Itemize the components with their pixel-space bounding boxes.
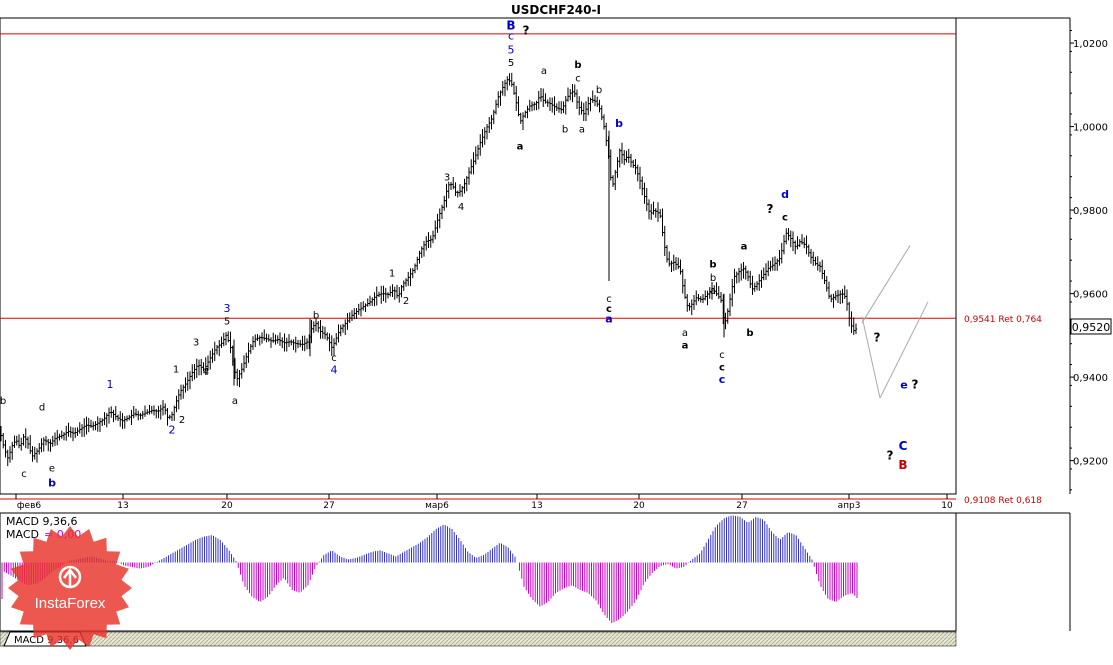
- wave-label: b: [596, 85, 602, 96]
- wave-label: c: [782, 212, 788, 223]
- wave-label: b: [710, 273, 716, 284]
- wave-label: ?: [523, 24, 530, 38]
- wave-label: c: [508, 30, 514, 43]
- wave-label: a: [682, 341, 689, 352]
- wave-label: ?: [887, 449, 894, 463]
- pane-separator-strip: [0, 631, 957, 647]
- wave-label: c: [575, 73, 581, 84]
- wave-label: 5: [508, 58, 514, 69]
- wave-label: B: [898, 458, 907, 472]
- wave-label: 4: [458, 202, 464, 213]
- level-label: 0,9541 Ret 0,764: [964, 315, 1042, 325]
- wave-label: ?: [912, 378, 919, 392]
- macd-label: MACD 9,36,6: [6, 515, 77, 528]
- wave-label: e: [900, 379, 907, 392]
- time-tick-label: 13: [117, 501, 128, 511]
- current-price-badge: 0,9520: [1070, 318, 1112, 335]
- wave-label: a: [710, 286, 716, 297]
- wave-label: a: [579, 125, 585, 136]
- wave-label: 1: [389, 269, 395, 280]
- wave-label: b: [574, 60, 581, 71]
- wave-label: a: [541, 66, 547, 77]
- wave-label: a: [682, 328, 688, 339]
- macd-pane-frame: [0, 512, 957, 632]
- chart-title: USDCHF240-I: [511, 3, 601, 17]
- time-tick-label: апр3: [838, 501, 861, 511]
- chart-canvas: USDCHF240-I 0,9541 Ret 0,764 0,9108 Ret 0…: [0, 3, 1112, 650]
- wave-label: b: [313, 310, 319, 321]
- wave-label: a: [517, 141, 524, 152]
- wave-label: 2: [403, 296, 409, 307]
- level-label: 0,9108 Ret 0,618: [964, 496, 1042, 506]
- wave-label: 1: [107, 378, 114, 391]
- price-tick-label: 1,0200: [1073, 39, 1108, 50]
- wave-label: c: [21, 469, 27, 480]
- wave-label: c: [719, 373, 726, 386]
- wave-label: b: [0, 396, 6, 407]
- wave-label: 5: [508, 43, 515, 56]
- wave-label: c: [719, 350, 725, 361]
- wave-label: 3: [224, 302, 231, 315]
- wave-label: b: [48, 476, 56, 489]
- wave-label: 2: [179, 415, 185, 426]
- wave-label: 4: [203, 367, 209, 378]
- price-pane-frame: [0, 17, 957, 495]
- chart-window: USDCHF240-I 0,9541 Ret 0,764 0,9108 Ret 0…: [0, 0, 1113, 661]
- time-tick-label: 20: [221, 501, 233, 511]
- current-price-label: 0,9520: [1072, 321, 1111, 334]
- time-tick-label: фев6: [17, 501, 42, 511]
- wave-label: ?: [874, 330, 881, 344]
- time-tick-label: 20: [633, 501, 645, 511]
- wave-label: 5: [224, 317, 230, 328]
- time-tick-label: 13: [531, 501, 542, 511]
- wave-label: ?: [767, 202, 774, 216]
- wave-label: c: [719, 363, 725, 374]
- wave-label: a: [741, 242, 748, 253]
- price-axis: 1,0200 1,0000 0,9800 0,9600 0,9400 0,9200: [1070, 30, 1108, 491]
- logo-brand-text: InstaForex: [35, 595, 106, 612]
- wave-label: b: [709, 260, 716, 271]
- time-tick-label: 27: [323, 501, 334, 511]
- wave-label: c: [606, 294, 612, 305]
- wave-label: 1: [173, 365, 179, 376]
- time-tick-label: 27: [736, 501, 747, 511]
- wave-label: c: [331, 353, 337, 364]
- wave-label: e: [49, 464, 55, 475]
- price-tick-label: 1,0000: [1073, 123, 1108, 134]
- price-tick-label: 0,9800: [1073, 206, 1108, 217]
- price-tick-label: 0,9600: [1073, 290, 1108, 301]
- wave-label: 4: [331, 364, 338, 377]
- time-tick-label: 10: [941, 501, 953, 511]
- wave-label: b: [746, 328, 753, 339]
- wave-label: a: [232, 396, 238, 407]
- wave-label: d: [781, 188, 789, 201]
- wave-label: 3: [193, 338, 199, 349]
- wave-label: d: [39, 402, 45, 413]
- wave-label: 3: [444, 173, 450, 184]
- wave-label: b: [615, 117, 623, 130]
- wave-label: 2: [169, 423, 176, 436]
- wave-label: a: [605, 313, 612, 326]
- price-tick-label: 0,9400: [1073, 373, 1108, 384]
- wave-label: C: [899, 439, 908, 453]
- wave-label: b: [562, 125, 568, 136]
- time-axis: фев6 13 20 27 мар6 13 20 27 апр3 10: [15, 494, 953, 511]
- time-tick-label: мар6: [425, 501, 449, 511]
- price-tick-label: 0,9200: [1073, 457, 1108, 468]
